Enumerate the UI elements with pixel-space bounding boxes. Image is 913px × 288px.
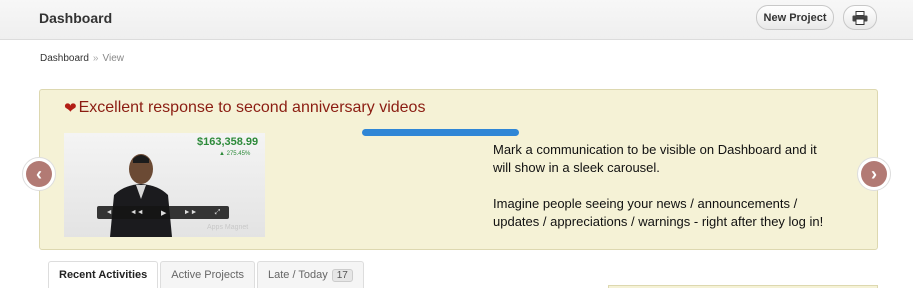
page-title: Dashboard	[39, 10, 113, 26]
description-paragraph-2: Imagine people seeing your news / announ…	[493, 196, 824, 229]
breadcrumb-current: View	[102, 53, 124, 64]
carousel-description: Mark a communication to be visible on Da…	[493, 141, 833, 231]
forward-icon[interactable]: ►►	[184, 209, 198, 216]
video-controls[interactable]: ◄ ◄◄ ▶ ►► ⤢	[97, 206, 229, 219]
breadcrumb-separator: »	[92, 53, 99, 64]
dashboard-carousel: ❤ Excellent response to second anniversa…	[39, 89, 878, 250]
video-amount: $163,358.99	[197, 136, 259, 148]
volume-icon[interactable]: ◄	[106, 209, 113, 216]
tab-label: Late / Today	[268, 269, 328, 281]
carousel-prev-button[interactable]: ‹	[22, 157, 56, 191]
video-brand: Apps Magnet	[207, 224, 249, 231]
activity-tabs: Recent Activities Active Projects Late /…	[48, 261, 366, 288]
carousel-title: Excellent response to second anniversary…	[78, 99, 426, 116]
chevron-left-icon: ‹	[26, 161, 52, 187]
tab-late-today[interactable]: Late / Today 17	[257, 261, 364, 288]
printer-icon	[852, 10, 868, 25]
video-player[interactable]: $163,358.99 ▲ 275.45% ◄ ◄◄ ▶ ►► ⤢ Apps M…	[64, 133, 265, 237]
play-icon[interactable]: ▶	[161, 209, 166, 217]
carousel-heading: ❤ Excellent response to second anniversa…	[64, 99, 425, 117]
print-button[interactable]	[843, 5, 877, 30]
fullscreen-icon[interactable]: ⤢	[215, 209, 221, 217]
presenter-figure	[110, 154, 172, 237]
breadcrumb: Dashboard» View	[40, 53, 124, 64]
video-change: ▲ 275.45%	[219, 151, 251, 157]
description-paragraph-1: Mark a communication to be visible on Da…	[493, 142, 817, 175]
chevron-right-icon: ›	[861, 161, 887, 187]
tab-recent-activities[interactable]: Recent Activities	[48, 261, 159, 288]
tab-label: Active Projects	[171, 269, 244, 281]
new-project-button[interactable]: New Project	[756, 5, 834, 30]
heart-icon: ❤	[64, 100, 77, 117]
carousel-progress-bar	[362, 129, 519, 136]
tab-active-projects[interactable]: Active Projects	[160, 261, 255, 288]
top-bar: Dashboard New Project	[0, 0, 913, 40]
rewind-icon[interactable]: ◄◄	[130, 209, 144, 216]
count-badge: 17	[331, 268, 353, 282]
breadcrumb-root-link[interactable]: Dashboard	[40, 53, 89, 64]
tab-label: Recent Activities	[59, 269, 148, 281]
carousel-next-button[interactable]: ›	[857, 157, 891, 191]
